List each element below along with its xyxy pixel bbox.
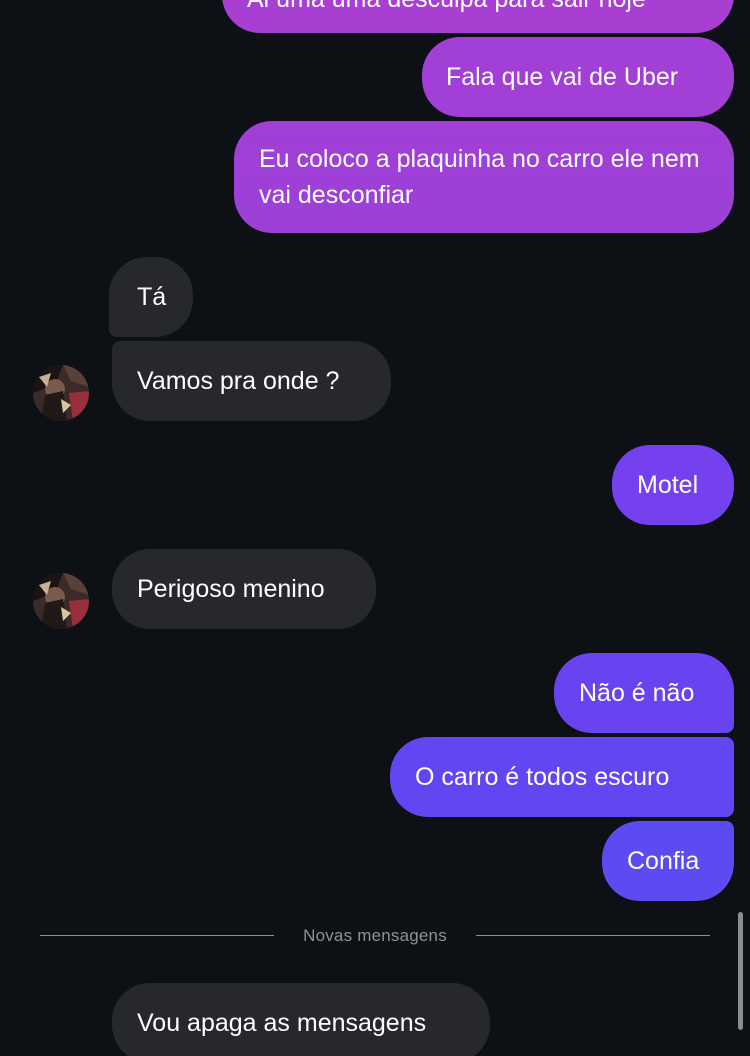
message-text: Vou apaga as mensagens [137,1009,427,1037]
divider-line-right [476,935,710,936]
message-text: Fala que vai de Uber [446,63,679,91]
sent-message[interactable]: Motel [612,445,734,525]
message-text: Vamos pra onde ? [137,367,340,395]
received-message[interactable]: Perigoso menino [112,549,376,629]
sent-message[interactable]: O carro é todos escuro [390,737,734,817]
message-text: Motel [637,471,699,499]
sent-message[interactable]: Fala que vai de Uber [422,37,734,117]
message-text: Não é não [579,679,695,707]
received-message[interactable]: Tá [109,257,193,337]
message-text: Eu coloco a plaquinha no carro ele nem v… [259,145,700,209]
message-text: Perigoso menino [137,575,325,603]
received-message[interactable]: Vamos pra onde ? [112,341,391,421]
sent-message[interactable]: Eu coloco a plaquinha no carro ele nem v… [234,121,734,233]
chat-thread: Ai uma uma desculpa para sair hoje Fala … [0,0,750,1056]
sent-message[interactable]: Confia [602,821,734,901]
message-text: Tá [137,283,167,311]
message-text: Ai uma uma desculpa para sair hoje [247,0,646,13]
new-messages-divider: Novas mensagens [303,926,447,945]
message-text: O carro é todos escuro [415,763,670,791]
message-text: Confia [627,847,700,875]
received-message[interactable]: Vou apaga as mensagens [112,983,490,1056]
contact-avatar[interactable] [33,365,89,421]
contact-avatar[interactable] [33,573,89,629]
divider-line-left [40,935,274,936]
sent-message[interactable]: Ai uma uma desculpa para sair hoje [222,0,734,33]
scrollbar-thumb[interactable] [738,912,743,1030]
sent-message[interactable]: Não é não [554,653,734,733]
